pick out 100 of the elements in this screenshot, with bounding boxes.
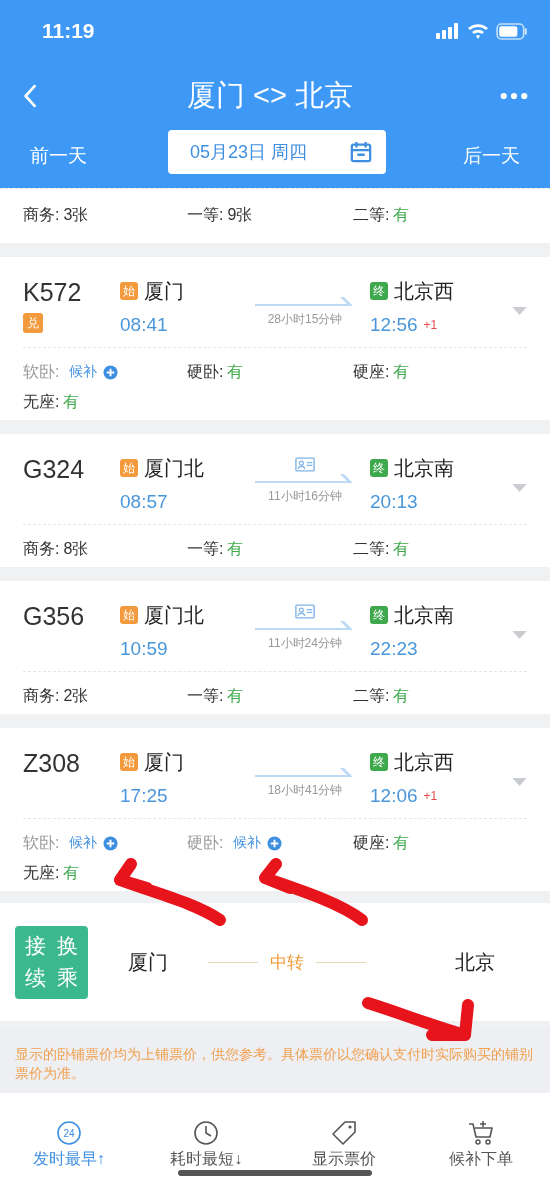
clock-icon [192, 1119, 221, 1147]
clock-icon: 24 [54, 1119, 83, 1147]
more-icon [500, 92, 528, 100]
seat-class-label: 软卧: [23, 832, 60, 853]
arrival-time: 22:23 [370, 638, 418, 660]
seat-availability: 有 [393, 538, 410, 559]
seat-class-label: 二等: [353, 204, 390, 225]
train-card[interactable]: G356 始 厦门北 10:59 11小时24分钟 终 北京南 22:23 商务: 2张 一等: 有 二等: 有 [0, 581, 550, 714]
seat-class-label: 商务: [23, 204, 60, 225]
train-number: K572 [23, 277, 82, 307]
terminal-tag: 终 [370, 606, 388, 624]
page-title: 厦门 <> 北京 [187, 78, 353, 113]
sort-tab[interactable]: 耗时最短↓ [137, 1119, 275, 1190]
caret-icon [512, 484, 527, 493]
seat-class-label: 一等: [187, 204, 224, 225]
transfer-destination: 北京 [454, 949, 496, 975]
origin-tag: 始 [120, 606, 138, 624]
status-time: 11:19 [42, 19, 95, 43]
station-name: 北京南 [394, 455, 454, 481]
arrival-time: 12:06 [370, 785, 418, 807]
plus-icon [267, 835, 283, 851]
seat-class-label: 硬座: [353, 361, 390, 382]
seat-count: 3张 [63, 204, 89, 225]
travel-duration: 28小时15分钟 [267, 311, 343, 328]
sort-tab[interactable]: 显示票价 [275, 1119, 413, 1190]
terminal-tag: 终 [370, 753, 388, 771]
seat-class-label: 一等: [187, 538, 224, 559]
departure-time: 08:41 [120, 314, 168, 336]
terminal-tag: 终 [370, 459, 388, 477]
seat-class-label: 软卧: [23, 361, 60, 382]
seat-class-label: 无座: [23, 862, 60, 883]
origin-tag: 始 [120, 753, 138, 771]
seat-class-label: 二等: [353, 538, 390, 559]
waitlist-link[interactable]: 候补 [69, 834, 98, 852]
train-card[interactable]: K572 兑 始 厦门 08:41 28小时15分钟 终 北京西 12:56 +1 软卧: 候补 硬卧: 有 硬座: 有 无座: 有 [0, 257, 550, 420]
station-name: 厦门 [144, 278, 184, 304]
departure-time: 10:59 [120, 638, 168, 660]
ticket-badge: 兑 [23, 313, 43, 333]
wifi-icon [467, 23, 489, 39]
transfer-badge: 接 换 续 乘 [15, 925, 88, 999]
cart-icon [467, 1119, 496, 1147]
train-number: Z308 [23, 748, 80, 778]
seat-class-label: 硬卧: [187, 832, 224, 853]
seat-availability: 有 [393, 204, 410, 225]
seat-availability: 有 [227, 361, 244, 382]
seat-class-label: 硬座: [353, 832, 390, 853]
station-name: 厦门北 [144, 455, 204, 481]
travel-duration: 18小时41分钟 [267, 782, 343, 799]
transfer-origin: 厦门 [127, 949, 169, 975]
seat-class-label: 一等: [187, 685, 224, 706]
plus-icon [103, 364, 119, 380]
seat-availability: 有 [227, 538, 244, 559]
waitlist-link[interactable]: 候补 [69, 363, 98, 381]
transfer-label: 中转 [270, 951, 304, 974]
transfer-card[interactable]: 接 换 续 乘 厦门 中转 北京 [0, 903, 550, 1021]
next-day-mark: +1 [423, 318, 438, 332]
seat-availability: 有 [393, 832, 410, 853]
tag-icon [329, 1119, 358, 1147]
origin-tag: 始 [120, 459, 138, 477]
waitlist-link[interactable]: 候补 [233, 834, 262, 852]
next-day-mark: +1 [423, 789, 438, 803]
seat-availability: 有 [393, 361, 410, 382]
seat-class-label: 硬卧: [187, 361, 224, 382]
arrival-time: 20:13 [370, 491, 418, 513]
date-text: 05月23日 周四 [190, 141, 308, 164]
seat-availability: 有 [63, 862, 80, 883]
plus-icon [103, 835, 119, 851]
train-card[interactable]: 商务: 3张 一等: 9张 二等: 有 [0, 188, 550, 243]
seat-class-label: 无座: [23, 391, 60, 412]
train-number: G324 [23, 454, 85, 484]
seat-class-label: 商务: [23, 685, 60, 706]
seat-availability: 有 [393, 685, 410, 706]
seat-availability: 有 [63, 391, 80, 412]
arrival-time: 12:56 [370, 314, 418, 336]
signal-icon [436, 23, 460, 39]
travel-duration: 11小时24分钟 [268, 635, 342, 652]
terminal-tag: 终 [370, 282, 388, 300]
caret-icon [512, 631, 527, 640]
seat-class-label: 二等: [353, 685, 390, 706]
station-name: 北京南 [394, 602, 454, 628]
train-number: G356 [23, 601, 85, 631]
origin-tag: 始 [120, 282, 138, 300]
train-card[interactable]: G324 始 厦门北 08:57 11小时16分钟 终 北京南 20:13 商务: 8张 一等: 有 二等: 有 [0, 434, 550, 567]
sort-tab[interactable]: 候补下单 [412, 1119, 550, 1190]
station-name: 厦门北 [144, 602, 204, 628]
train-card[interactable]: Z308 始 厦门 17:25 18小时41分钟 终 北京西 12:06 +1 软卧: 候补 硬卧: 候补 硬座: 有 无座: 有 [0, 728, 550, 891]
station-name: 北京西 [394, 278, 454, 304]
caret-icon [512, 778, 527, 787]
calendar-icon [350, 141, 372, 163]
price-notice: 显示的卧铺票价均为上铺票价，供您参考。具体票价以您确认支付时实际购买的铺别票价为准。 [15, 1046, 534, 1083]
seat-count: 9张 [227, 204, 253, 225]
departure-time: 08:57 [120, 491, 168, 513]
station-name: 厦门 [144, 749, 184, 775]
travel-duration: 11小时16分钟 [268, 488, 342, 505]
seat-count: 2张 [63, 685, 89, 706]
battery-icon [496, 22, 528, 40]
station-name: 北京西 [394, 749, 454, 775]
seat-availability: 有 [227, 685, 244, 706]
departure-time: 17:25 [120, 785, 168, 807]
seat-count: 8张 [63, 538, 89, 559]
